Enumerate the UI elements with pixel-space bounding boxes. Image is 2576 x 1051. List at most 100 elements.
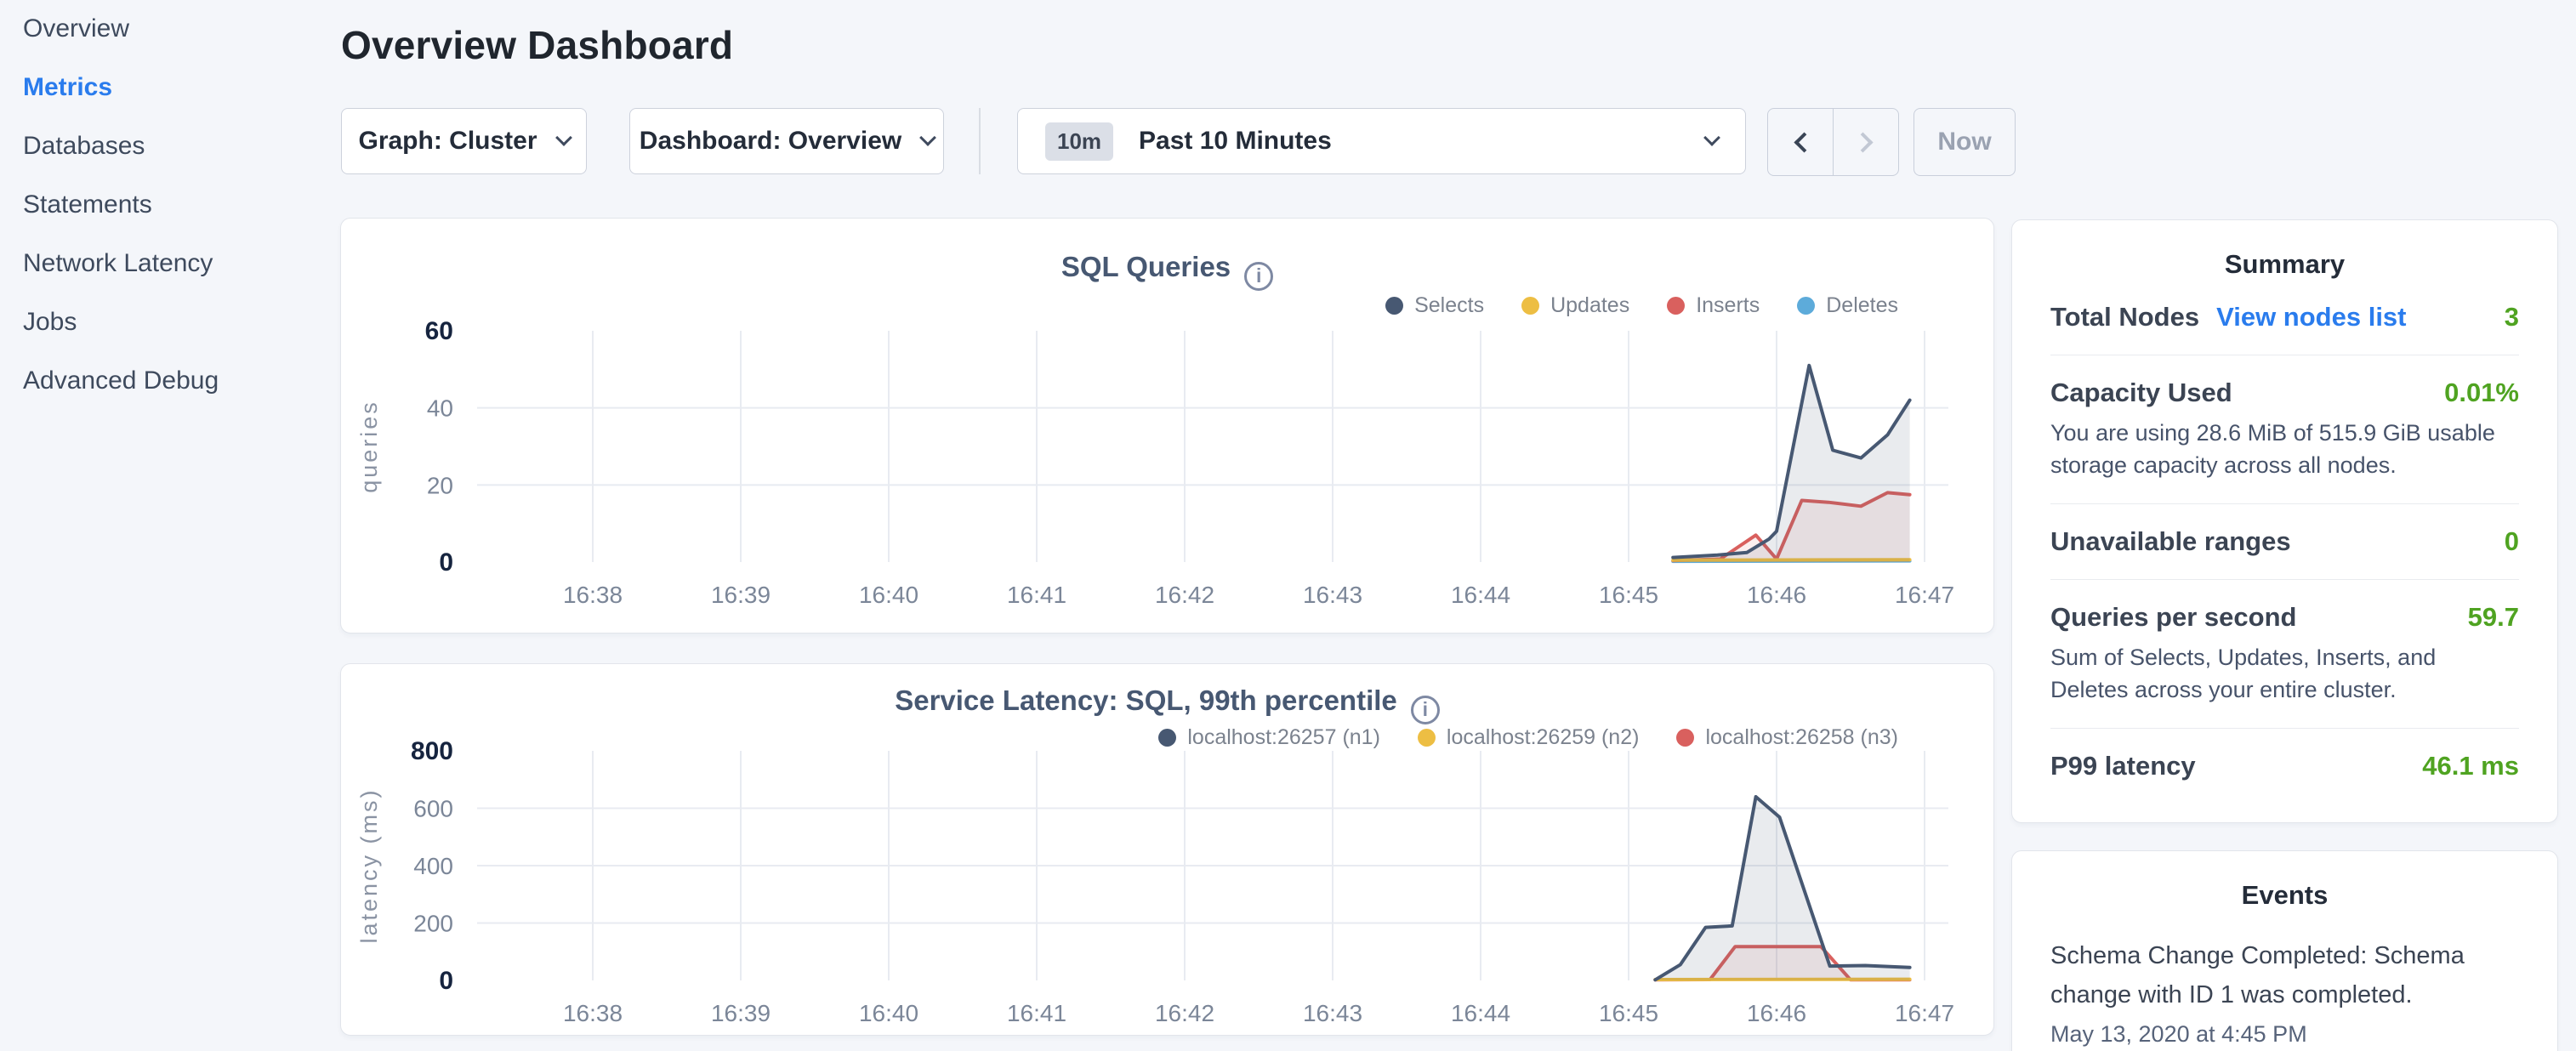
summary-row-value: 0.01% xyxy=(2444,378,2519,408)
legend-label: Inserts xyxy=(1696,293,1760,318)
chart-title-text: SQL Queries xyxy=(1061,251,1231,282)
event-list-item: Schema Change Completed: Schema change w… xyxy=(2050,936,2519,1048)
time-range-dropdown[interactable]: 10m Past 10 Minutes xyxy=(1017,108,1746,174)
events-panel: Events Schema Change Completed: Schema c… xyxy=(2011,850,2558,1051)
svg-text:16:44: 16:44 xyxy=(1451,582,1510,608)
event-timestamp: May 13, 2020 at 4:45 PM xyxy=(2050,1021,2519,1048)
svg-text:0: 0 xyxy=(439,548,453,577)
legend-label: localhost:26259 (n2) xyxy=(1447,725,1640,750)
svg-text:600: 600 xyxy=(413,796,453,822)
legend-label: localhost:26257 (n1) xyxy=(1187,725,1380,750)
summary-row-value: 59.7 xyxy=(2468,602,2519,633)
svg-text:16:41: 16:41 xyxy=(1007,1000,1066,1026)
prev-time-button[interactable] xyxy=(1768,109,1834,175)
svg-text:16:38: 16:38 xyxy=(563,582,623,608)
summary-row-label: Capacity Used xyxy=(2050,378,2232,408)
sidebar-item-metrics[interactable]: Metrics xyxy=(23,72,340,103)
y-axis-label: latency (ms) xyxy=(356,787,382,943)
chevron-left-icon xyxy=(1794,132,1814,152)
summary-row-value: 46.1 ms xyxy=(2422,751,2519,781)
sidebar: Overview Metrics Databases Statements Ne… xyxy=(0,0,340,424)
legend-item: Deletes xyxy=(1797,293,1898,318)
svg-text:800: 800 xyxy=(411,737,453,765)
svg-text:16:41: 16:41 xyxy=(1007,582,1066,608)
summary-row-value: 3 xyxy=(2505,302,2519,332)
sidebar-item-advanced-debug[interactable]: Advanced Debug xyxy=(23,366,340,396)
service-latency-chart-card: Service Latency: SQL, 99th percentilei l… xyxy=(340,663,1994,1036)
legend-dot-icon xyxy=(1667,297,1685,315)
legend-item: Inserts xyxy=(1667,293,1760,318)
time-range-label: Past 10 Minutes xyxy=(1139,127,1332,156)
now-button-label: Now xyxy=(1937,128,1991,156)
legend-dot-icon xyxy=(1158,729,1176,747)
sql-queries-chart-card: SQL Queries i Selects Updates Inserts Delete… xyxy=(340,218,1994,633)
svg-text:60: 60 xyxy=(425,317,453,345)
svg-text:16:47: 16:47 xyxy=(1895,1000,1954,1026)
summary-row-queries-per-second: Queries per second 59.7 Sum of Selects, … xyxy=(2050,580,2519,729)
legend-dot-icon xyxy=(1385,297,1403,315)
events-panel-title: Events xyxy=(2012,880,2557,911)
svg-text:16:47: 16:47 xyxy=(1895,582,1954,608)
summary-row-description: Sum of Selects, Updates, Inserts, and De… xyxy=(2050,641,2519,706)
legend-label: Deletes xyxy=(1826,293,1898,318)
time-range-badge: 10m xyxy=(1045,122,1113,161)
svg-text:16:42: 16:42 xyxy=(1155,582,1214,608)
toolbar-divider xyxy=(979,108,981,174)
svg-text:16:38: 16:38 xyxy=(563,1000,623,1026)
chevron-down-icon xyxy=(1703,129,1720,146)
sidebar-item-overview[interactable]: Overview xyxy=(23,14,340,44)
svg-text:20: 20 xyxy=(427,472,453,498)
next-time-button[interactable] xyxy=(1834,109,1898,175)
summary-row-label: P99 latency xyxy=(2050,751,2196,781)
sidebar-item-jobs[interactable]: Jobs xyxy=(23,307,340,338)
chevron-down-icon xyxy=(919,129,936,146)
svg-text:16:39: 16:39 xyxy=(711,1000,771,1026)
svg-text:16:40: 16:40 xyxy=(859,582,918,608)
svg-text:16:43: 16:43 xyxy=(1303,1000,1362,1026)
summary-panel-title: Summary xyxy=(2012,249,2557,280)
summary-row-label: Queries per second xyxy=(2050,602,2296,633)
sidebar-item-statements[interactable]: Statements xyxy=(23,190,340,220)
dashboard-dropdown[interactable]: Dashboard: Overview xyxy=(629,108,944,174)
svg-text:16:45: 16:45 xyxy=(1599,582,1658,608)
legend-label: localhost:26258 (n3) xyxy=(1705,725,1898,750)
chart-title: SQL Queries i xyxy=(341,251,1993,291)
svg-text:16:42: 16:42 xyxy=(1155,1000,1214,1026)
time-pager xyxy=(1767,108,1899,176)
legend-item: localhost:26258 (n3) xyxy=(1676,725,1898,750)
legend-label: Selects xyxy=(1414,293,1484,318)
page-title: Overview Dashboard xyxy=(341,22,733,68)
svg-text:16:43: 16:43 xyxy=(1303,582,1362,608)
dashboard-dropdown-label: Dashboard: Overview xyxy=(640,127,901,156)
svg-text:16:44: 16:44 xyxy=(1451,1000,1510,1026)
sidebar-item-network-latency[interactable]: Network Latency xyxy=(23,248,340,279)
svg-text:40: 40 xyxy=(427,395,453,422)
summary-row-label: Unavailable ranges xyxy=(2050,526,2291,557)
legend-dot-icon xyxy=(1521,297,1539,315)
svg-text:16:40: 16:40 xyxy=(859,1000,918,1026)
legend-dot-icon xyxy=(1676,729,1694,747)
svg-text:16:46: 16:46 xyxy=(1747,582,1806,608)
svg-text:16:45: 16:45 xyxy=(1599,1000,1658,1026)
graph-dropdown-label: Graph: Cluster xyxy=(358,127,537,156)
summary-row-description: You are using 28.6 MiB of 515.9 GiB usab… xyxy=(2050,417,2519,481)
chart-legend: localhost:26257 (n1) localhost:26259 (n2)… xyxy=(1158,725,1898,750)
chart-title: Service Latency: SQL, 99th percentilei xyxy=(341,685,1993,724)
summary-row-capacity-used: Capacity Used 0.01% You are using 28.6 M… xyxy=(2050,355,2519,504)
info-icon[interactable]: i xyxy=(1244,262,1273,291)
svg-text:0: 0 xyxy=(439,967,453,995)
summary-row-value: 0 xyxy=(2505,526,2519,557)
info-icon[interactable]: i xyxy=(1411,696,1440,724)
chevron-right-icon xyxy=(1852,132,1873,152)
svg-text:200: 200 xyxy=(413,911,453,937)
view-nodes-list-link[interactable]: View nodes list xyxy=(2216,302,2406,332)
graph-dropdown[interactable]: Graph: Cluster xyxy=(341,108,587,174)
svg-text:16:39: 16:39 xyxy=(711,582,771,608)
legend-label: Updates xyxy=(1550,293,1629,318)
now-button[interactable]: Now xyxy=(1914,108,2016,176)
summary-row-label: Total Nodes xyxy=(2050,302,2199,332)
chart-legend: Selects Updates Inserts Deletes xyxy=(1385,293,1898,318)
sidebar-item-databases[interactable]: Databases xyxy=(23,131,340,162)
legend-item: Selects xyxy=(1385,293,1484,318)
legend-dot-icon xyxy=(1797,297,1815,315)
